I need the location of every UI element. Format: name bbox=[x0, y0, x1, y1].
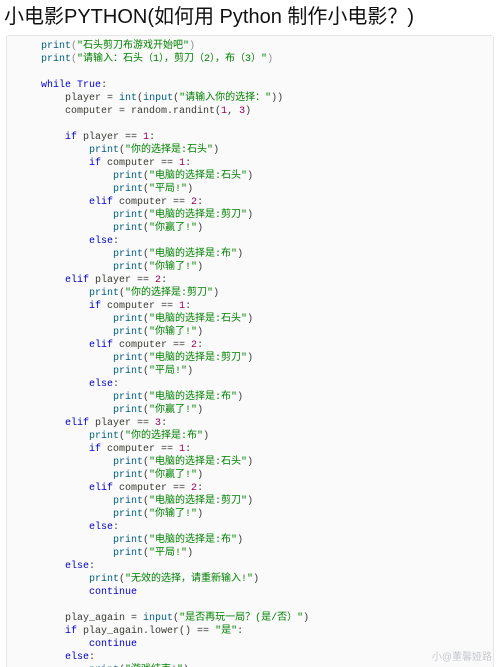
code-line: elif computer == 2: bbox=[7, 482, 493, 495]
code-line: print("电脑的选择是:布") bbox=[7, 248, 493, 261]
code-line: print("电脑的选择是:剪刀") bbox=[7, 495, 493, 508]
code-line: else: bbox=[7, 378, 493, 391]
code-line: print("石头剪刀布游戏开始吧") bbox=[7, 40, 493, 53]
code-line bbox=[7, 599, 493, 612]
code-line: player = int(input("请输入你的选择：")) bbox=[7, 92, 493, 105]
code-line: print("你的选择是:剪刀") bbox=[7, 287, 493, 300]
code-line: print("电脑的选择是:剪刀") bbox=[7, 352, 493, 365]
code-line: elif player == 2: bbox=[7, 274, 493, 287]
code-line: computer = random.randint(1, 3) bbox=[7, 105, 493, 118]
code-line: print("电脑的选择是:布") bbox=[7, 534, 493, 547]
code-line: elif computer == 2: bbox=[7, 339, 493, 352]
code-line: print("请输入：石头（1），剪刀（2），布（3）") bbox=[7, 53, 493, 66]
code-line: print("你赢了!") bbox=[7, 469, 493, 482]
code-line: else: bbox=[7, 521, 493, 534]
code-line bbox=[7, 118, 493, 131]
code-line: if computer == 1: bbox=[7, 157, 493, 170]
code-line: print("你输了!") bbox=[7, 261, 493, 274]
code-line: print("电脑的选择是:布") bbox=[7, 391, 493, 404]
code-line: continue bbox=[7, 586, 493, 599]
code-line: continue bbox=[7, 638, 493, 651]
code-line: print("平局!") bbox=[7, 547, 493, 560]
code-line bbox=[7, 66, 493, 79]
code-line: print("你赢了!") bbox=[7, 222, 493, 235]
code-line: print("无效的选择，请重新输入!") bbox=[7, 573, 493, 586]
code-line: print("你赢了!") bbox=[7, 404, 493, 417]
code-line: print("平局!") bbox=[7, 183, 493, 196]
code-line: print("电脑的选择是:石头") bbox=[7, 456, 493, 469]
code-line: print("平局!") bbox=[7, 365, 493, 378]
code-line: print("你输了!") bbox=[7, 508, 493, 521]
code-line: if play_again.lower() == "是": bbox=[7, 625, 493, 638]
code-line: print("你的选择是:石头") bbox=[7, 144, 493, 157]
code-line: print("你的选择是:布") bbox=[7, 430, 493, 443]
code-line: elif player == 3: bbox=[7, 417, 493, 430]
code-line: print("电脑的选择是:石头") bbox=[7, 170, 493, 183]
watermark-bottom-right: 小@董馨娅路 bbox=[432, 648, 492, 663]
code-line: else: bbox=[7, 651, 493, 664]
code-line: play_again = input("是否再玩一局？(是/否）") bbox=[7, 612, 493, 625]
code-line: elif computer == 2: bbox=[7, 196, 493, 209]
code-block: print("石头剪刀布游戏开始吧") print("请输入：石头（1），剪刀（… bbox=[6, 35, 494, 667]
code-line: else: bbox=[7, 560, 493, 573]
code-line: if computer == 1: bbox=[7, 443, 493, 456]
code-line: print("电脑的选择是:石头") bbox=[7, 313, 493, 326]
code-line: while True: bbox=[7, 79, 493, 92]
article-title: 小电影PYTHON(如何用 Python 制作小电影？) bbox=[0, 0, 500, 33]
code-line: print("你输了!") bbox=[7, 326, 493, 339]
code-line: if player == 1: bbox=[7, 131, 493, 144]
code-line: if computer == 1: bbox=[7, 300, 493, 313]
code-line: else: bbox=[7, 235, 493, 248]
code-line: print("电脑的选择是:剪刀") bbox=[7, 209, 493, 222]
